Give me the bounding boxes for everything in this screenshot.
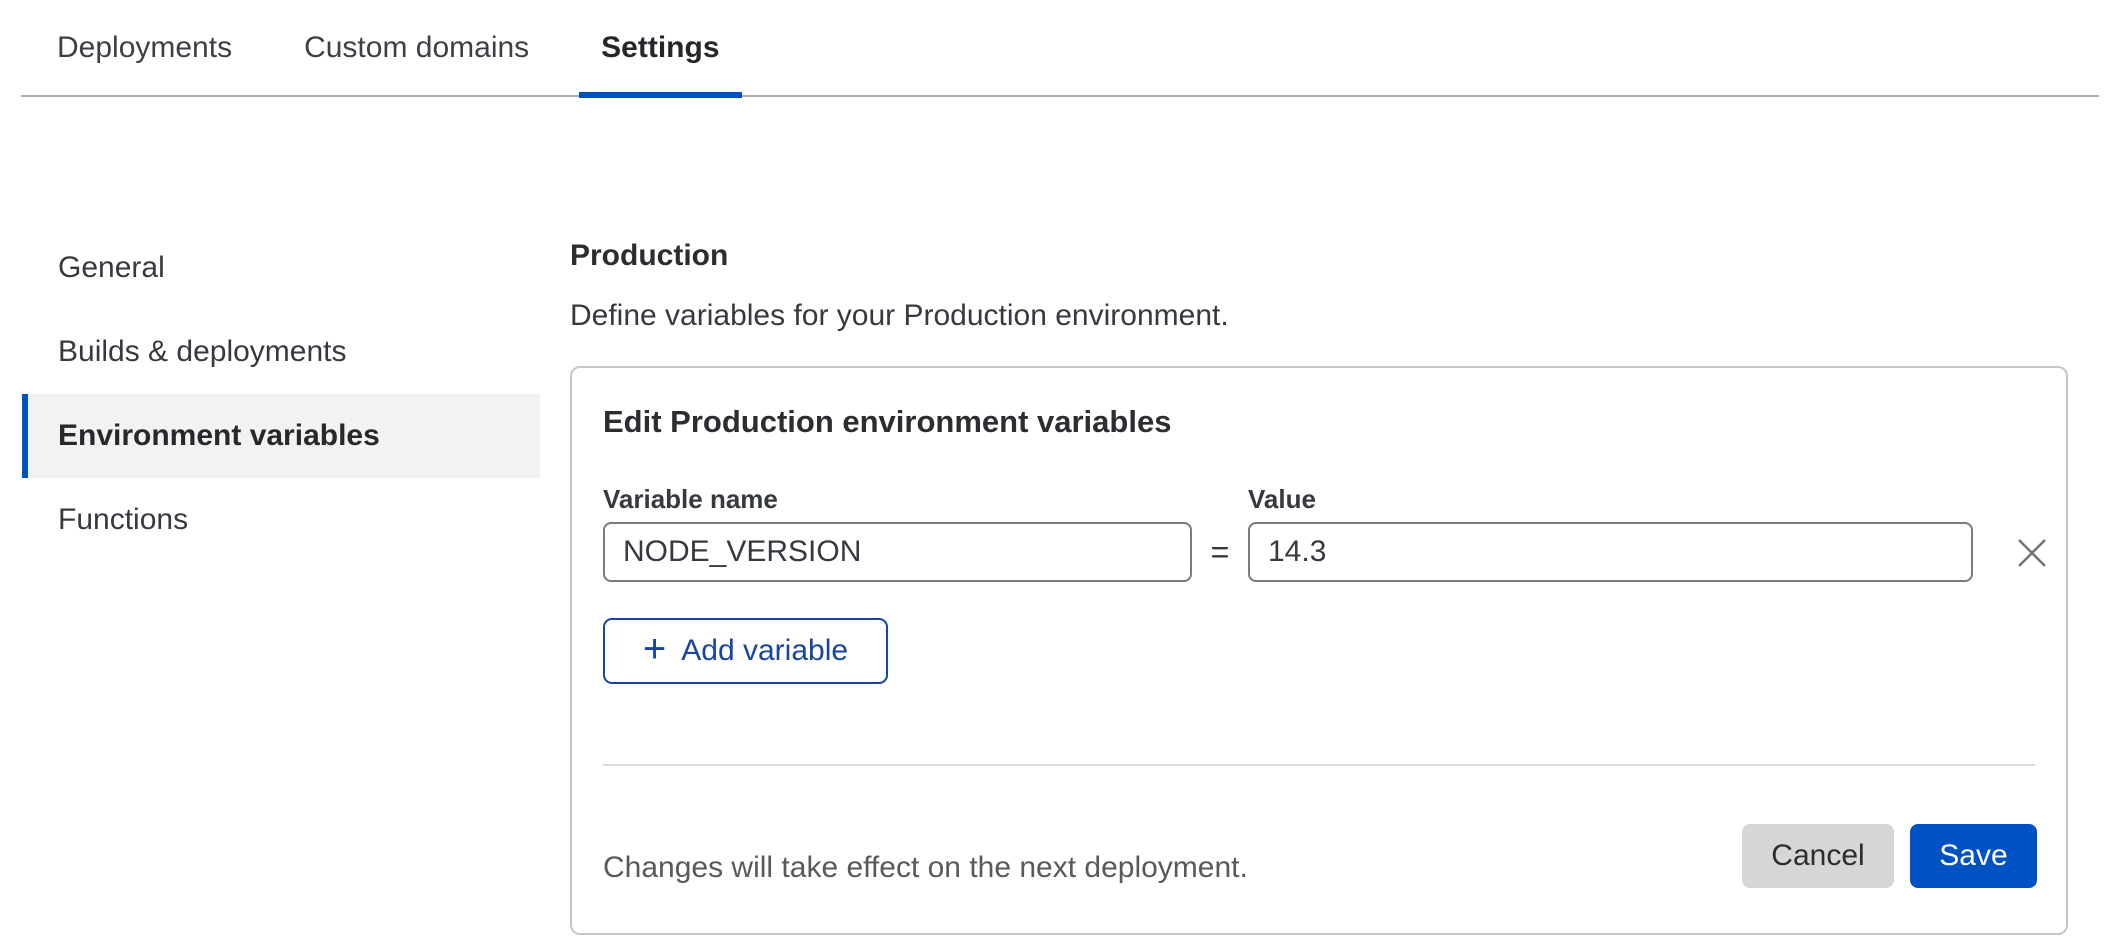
add-variable-button[interactable]: + Add variable	[603, 618, 888, 684]
sidebar-item-environment-variables[interactable]: Environment variables	[22, 394, 540, 478]
card-title: Edit Production environment variables	[603, 404, 1171, 440]
sidebar-item-functions[interactable]: Functions	[22, 478, 540, 562]
page-description: Define variables for your Production env…	[570, 298, 1229, 334]
card-divider	[603, 764, 2035, 766]
variable-name-input[interactable]	[603, 522, 1192, 582]
tab-settings[interactable]: Settings	[579, 0, 741, 96]
footer-note: Changes will take effect on the next dep…	[603, 850, 1248, 886]
page-title: Production	[570, 238, 728, 274]
tab-deployments[interactable]: Deployments	[35, 0, 254, 96]
equals-separator: =	[1192, 522, 1248, 582]
sidebar-item-general[interactable]: General	[22, 226, 540, 310]
cancel-button[interactable]: Cancel	[1742, 824, 1894, 888]
plus-icon: +	[643, 629, 666, 669]
sidebar-item-builds-deployments[interactable]: Builds & deployments	[22, 310, 540, 394]
tab-custom-domains[interactable]: Custom domains	[282, 0, 551, 96]
value-label: Value	[1248, 484, 1316, 515]
page: Deployments Custom domains Settings Gene…	[0, 0, 2121, 948]
add-variable-label: Add variable	[681, 634, 848, 668]
variable-name-label: Variable name	[603, 484, 778, 515]
settings-sidebar: General Builds & deployments Environment…	[22, 226, 540, 562]
variable-value-input[interactable]	[1248, 522, 1973, 582]
edit-variables-card: Edit Production environment variables Va…	[570, 366, 2068, 935]
close-icon	[2015, 536, 2049, 570]
save-button[interactable]: Save	[1910, 824, 2037, 888]
tab-bar: Deployments Custom domains Settings	[21, 0, 2099, 97]
remove-variable-button[interactable]	[2009, 530, 2055, 576]
